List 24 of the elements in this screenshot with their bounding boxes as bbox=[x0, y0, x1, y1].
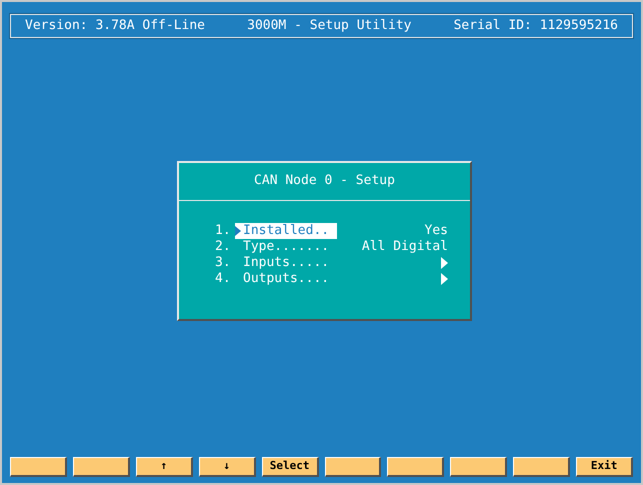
function-key[interactable]: ↓ bbox=[198, 457, 256, 477]
pointer-icon bbox=[235, 226, 241, 236]
item-number: 4. bbox=[215, 270, 232, 286]
serial-id: Serial ID: 1129595216 bbox=[454, 17, 618, 36]
dialog-title: CAN Node 0 - Setup bbox=[254, 172, 395, 190]
function-key[interactable] bbox=[324, 457, 382, 477]
function-key[interactable] bbox=[450, 457, 508, 477]
function-key[interactable] bbox=[10, 457, 67, 477]
app-title: 3000M - Setup Utility bbox=[247, 17, 412, 36]
submenu-arrow-icon bbox=[441, 256, 448, 268]
item-value: All Digital bbox=[362, 238, 448, 254]
item-number: 1. bbox=[215, 222, 232, 238]
function-key[interactable] bbox=[72, 457, 130, 477]
function-key[interactable]: Select bbox=[262, 457, 319, 477]
item-number: 3. bbox=[215, 254, 232, 270]
item-value: Yes bbox=[424, 222, 448, 238]
function-key[interactable] bbox=[387, 457, 444, 477]
function-key[interactable] bbox=[513, 457, 570, 477]
menu-item[interactable]: Installed.. bbox=[235, 222, 337, 238]
item-number: 2. bbox=[215, 238, 232, 254]
function-key[interactable]: ↑ bbox=[136, 457, 193, 477]
version-label: Version: 3.78A Off-Line bbox=[25, 17, 206, 36]
submenu-arrow-icon bbox=[441, 272, 448, 284]
function-key[interactable]: Exit bbox=[576, 457, 634, 477]
